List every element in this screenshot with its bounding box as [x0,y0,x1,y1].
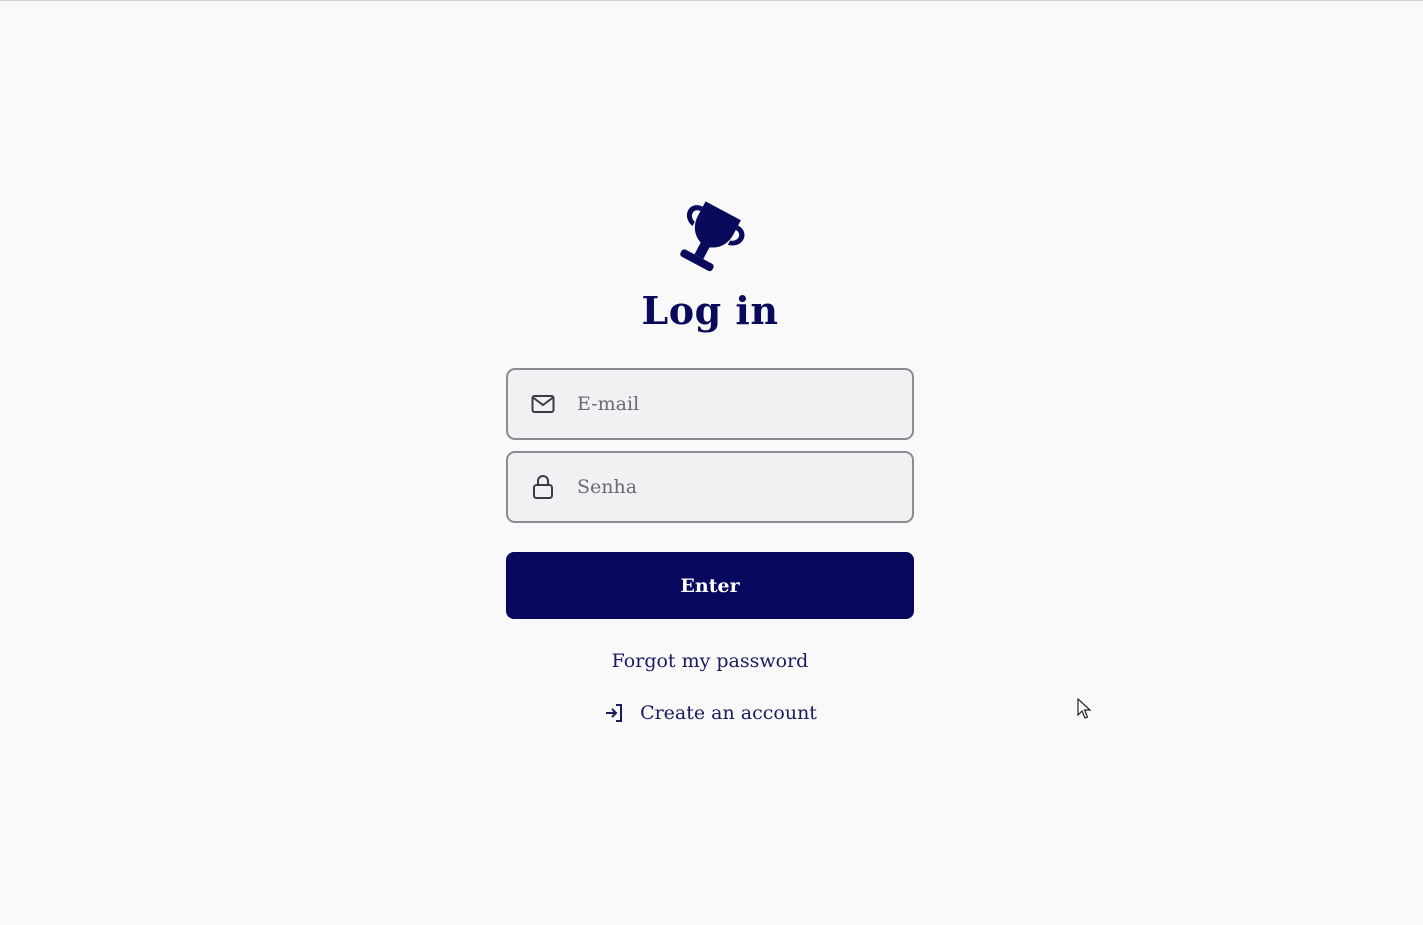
lock-icon [530,474,556,500]
create-account-link[interactable]: Create an account [603,702,817,724]
create-account-label: Create an account [640,702,817,724]
trophy-icon [680,201,745,272]
forgot-password-link[interactable]: Forgot my password [612,650,809,672]
email-input[interactable] [575,392,879,416]
password-field[interactable] [506,451,914,523]
login-form: Log in Enter Forgot my password Crea [506,198,914,724]
window-top-border [0,0,1423,1]
mouse-pointer-icon [1077,698,1092,719]
mail-icon [530,391,556,417]
password-input[interactable] [575,475,879,499]
email-field[interactable] [506,368,914,440]
login-arrow-icon [603,702,625,724]
page-title: Log in [641,288,779,333]
enter-button[interactable]: Enter [506,552,914,619]
